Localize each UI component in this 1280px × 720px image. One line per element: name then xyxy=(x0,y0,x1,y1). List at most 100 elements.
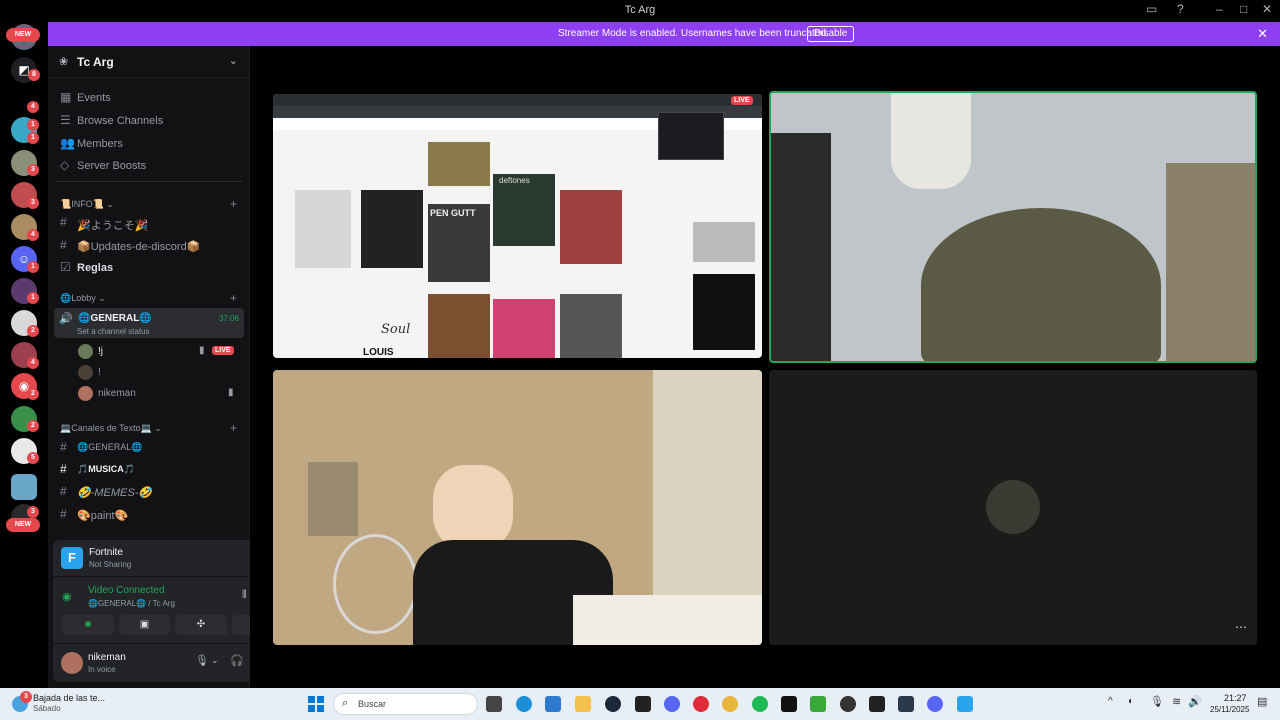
spotify-icon[interactable] xyxy=(752,696,768,712)
picture-in-picture xyxy=(308,462,358,536)
tray-icon[interactable]: ◐ xyxy=(1128,696,1134,707)
camera-tile[interactable] xyxy=(273,370,762,645)
voice-user[interactable]: ! xyxy=(78,364,243,382)
activity-status: Not Sharing xyxy=(89,560,132,569)
live-badge: LIVE xyxy=(731,96,753,105)
microphone-tray-icon[interactable]: 🎙 xyxy=(1150,695,1164,708)
search-icon: ⌕ xyxy=(342,697,349,709)
app-icon[interactable] xyxy=(927,696,943,712)
steam-icon[interactable] xyxy=(605,696,621,712)
members-link[interactable]: 👥 Members xyxy=(54,134,244,154)
text-channel[interactable]: # 🎉ようこそ🎉 xyxy=(54,213,244,233)
voice-user[interactable]: !j ▮ LIVE xyxy=(78,343,243,361)
help-icon[interactable]: ? xyxy=(1177,2,1184,16)
channel-status-placeholder[interactable]: Set a channel status xyxy=(77,327,150,336)
hash-icon: # xyxy=(60,484,67,498)
app-icon[interactable] xyxy=(898,696,914,712)
add-channel-icon[interactable]: + xyxy=(230,421,237,435)
add-channel-icon[interactable]: + xyxy=(230,291,237,305)
share-screen-button[interactable]: ▣ xyxy=(119,615,170,635)
headphones-icon[interactable]: 🎧 xyxy=(230,654,244,667)
tray-chevron-icon[interactable]: ^ xyxy=(1108,696,1113,707)
rules-channel[interactable]: ☑ Reglas xyxy=(54,258,244,278)
user-name: nikeman xyxy=(88,652,126,663)
start-icon[interactable] xyxy=(308,696,324,712)
edge-icon[interactable] xyxy=(516,696,532,712)
discord-taskbar-icon[interactable] xyxy=(664,696,680,712)
capcut-icon[interactable] xyxy=(781,696,797,712)
wifi-icon[interactable]: ≋ xyxy=(1172,695,1181,708)
guild-header[interactable]: ❀ Tc Arg ⌄ xyxy=(48,46,250,78)
hash-icon: # xyxy=(60,238,67,252)
badge: 1 xyxy=(27,119,39,131)
events-link[interactable]: ▦ Events xyxy=(54,88,244,108)
script-art: Soul xyxy=(381,322,411,337)
channel-name: Reglas xyxy=(77,262,114,274)
minimize-button[interactable]: – xyxy=(1216,2,1223,16)
chrome-icon[interactable] xyxy=(722,696,738,712)
browse-label: Browse Channels xyxy=(77,115,164,127)
minecraft-icon[interactable] xyxy=(810,696,826,712)
file-explorer-icon[interactable] xyxy=(575,696,591,712)
voice-user-name: !j xyxy=(98,346,103,357)
microphone-icon[interactable]: 🎙 xyxy=(195,654,209,667)
text-channel[interactable]: # 🤣-MEMES-🤣 xyxy=(54,482,244,502)
search-box[interactable]: ⌕ Buscar xyxy=(333,693,478,715)
avatar[interactable] xyxy=(61,652,83,674)
taskbar: 3 Bajada de las te... Sábado ⌕ Buscar ^ … xyxy=(0,688,1280,720)
close-button[interactable]: ✕ xyxy=(1262,2,1272,16)
store-icon[interactable] xyxy=(545,696,561,712)
disable-button[interactable]: Disable xyxy=(807,26,855,42)
volume-icon[interactable]: 🔊 xyxy=(1188,695,1202,708)
jacket-image xyxy=(693,274,755,350)
events-label: Events xyxy=(77,92,111,104)
badge: 4 xyxy=(27,101,39,113)
noise-suppression-icon[interactable]: ⫴ xyxy=(242,589,247,602)
photo-image xyxy=(693,222,755,262)
app-icon[interactable] xyxy=(869,696,885,712)
category-lobby[interactable]: 🌐Lobby ⌄ xyxy=(60,293,106,304)
close-banner-icon[interactable]: ✕ xyxy=(1257,26,1268,42)
channel-name: 🎵MUSICA🎵 xyxy=(77,464,135,474)
maximize-button[interactable]: □ xyxy=(1240,2,1247,16)
news-title[interactable]: Bajada de las te... xyxy=(33,693,105,703)
inbox-icon[interactable]: ▭ xyxy=(1146,2,1157,16)
server-boosts-link[interactable]: ◇ Server Boosts xyxy=(54,156,244,176)
badge: 5 xyxy=(27,452,39,464)
clock-time[interactable]: 21:27 xyxy=(1224,693,1247,703)
video-icon: ▮ xyxy=(199,345,205,356)
more-options-icon[interactable]: ⋯ xyxy=(1235,620,1247,634)
camera-button[interactable]: ■ xyxy=(62,615,114,635)
opera-icon[interactable] xyxy=(693,696,709,712)
category-text[interactable]: 💻Canales de Texto💻 ⌄ xyxy=(60,423,162,434)
stream-tile[interactable]: PEN GUTT deftones Soul LOUIS LIVE xyxy=(273,94,762,358)
chevron-down-icon[interactable]: ⌄ xyxy=(211,655,219,666)
text-channel[interactable]: # 📦Updates-de-discord📦 xyxy=(54,236,244,256)
server-icon[interactable] xyxy=(11,474,37,500)
curtain xyxy=(1166,163,1255,361)
divider xyxy=(56,181,242,182)
activities-button[interactable]: ✣ xyxy=(175,615,227,635)
clock-date[interactable]: 25/11/2025 xyxy=(1210,705,1249,714)
poster-image xyxy=(493,299,555,358)
app-icon[interactable] xyxy=(840,696,856,712)
category-info[interactable]: 📜INFO📜 ⌄ xyxy=(60,199,114,210)
voice-channel-general[interactable]: 🔊 🌐GENERAL🌐 37:06 Set a channel status xyxy=(54,308,244,338)
fortnite-taskbar-icon[interactable] xyxy=(957,696,973,712)
signal-icon[interactable]: ◉ xyxy=(62,590,72,603)
notifications-icon[interactable]: ▤ xyxy=(1257,695,1267,708)
person-face xyxy=(433,465,513,550)
browse-channels-link[interactable]: ☰ Browse Channels xyxy=(54,111,244,131)
camera-tile-speaking[interactable] xyxy=(769,91,1257,363)
text-channel[interactable]: # 🌐GENERAL🌐 xyxy=(54,438,244,458)
task-view-icon[interactable] xyxy=(486,696,502,712)
text-channel[interactable]: # 🎵MUSICA🎵 xyxy=(54,460,244,480)
epic-games-icon[interactable] xyxy=(635,696,651,712)
voice-user[interactable]: nikeman ▮ xyxy=(78,385,243,403)
text-channel[interactable]: # 🎨paint🎨 xyxy=(54,505,244,525)
camera-off-tile[interactable]: ⋯ xyxy=(769,370,1257,645)
members-label: Members xyxy=(77,138,123,150)
add-channel-icon[interactable]: + xyxy=(230,197,237,211)
activity-game: Fortnite xyxy=(89,547,123,558)
badge: 3 xyxy=(27,164,39,176)
